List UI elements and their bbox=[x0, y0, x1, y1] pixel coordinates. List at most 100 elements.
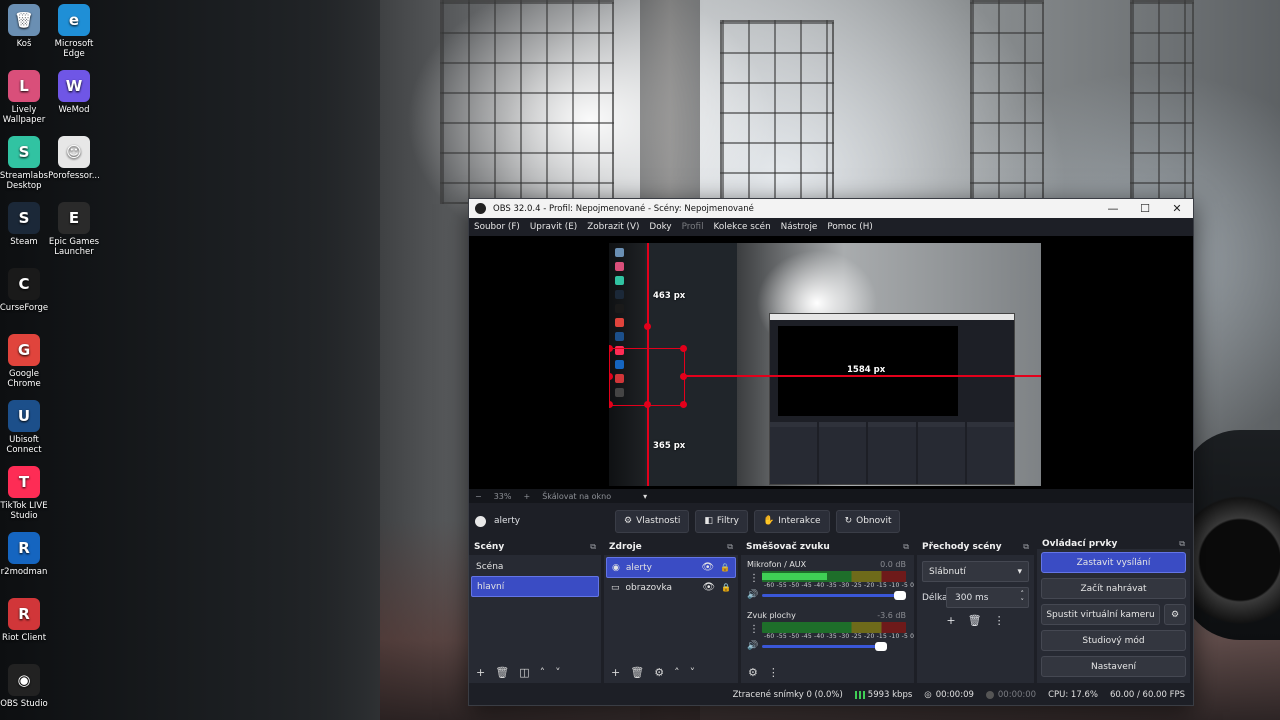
desktop-icon[interactable]: E Epic Games Launcher bbox=[44, 202, 104, 257]
menu-item[interactable]: Soubor (F) bbox=[469, 222, 525, 232]
desktop-icon[interactable]: e Microsoft Edge bbox=[44, 4, 104, 59]
speaker-icon[interactable]: 🔊 bbox=[747, 590, 762, 600]
close-button[interactable]: ✕ bbox=[1161, 202, 1193, 215]
source-settings-icon[interactable]: ⚙ bbox=[654, 666, 664, 679]
menu-item[interactable]: Pomoc (H) bbox=[822, 222, 877, 232]
scale-mode-label[interactable]: Škálovat na okno bbox=[536, 492, 617, 501]
studio-mode-button[interactable]: Studiový mód bbox=[1041, 630, 1186, 651]
lock-icon[interactable]: 🔒 bbox=[721, 583, 731, 592]
wemod-icon: W bbox=[58, 70, 90, 102]
move-down-icon[interactable]: ˅ bbox=[555, 666, 561, 679]
filters-button[interactable]: ◧ Filtry bbox=[695, 509, 748, 533]
desktop-icon[interactable]: ☺ Porofessor... bbox=[44, 136, 104, 181]
handle-bottom-right[interactable] bbox=[680, 401, 687, 408]
desktop-icon[interactable]: G Google Chrome bbox=[0, 334, 54, 389]
volume-slider[interactable] bbox=[762, 641, 887, 651]
desktop-icon-label: TikTok LIVE Studio bbox=[0, 501, 48, 521]
preview-canvas[interactable]: 463 px 365 px 1584 px bbox=[609, 243, 1041, 486]
add-transition-button[interactable]: + bbox=[946, 614, 955, 627]
duration-input[interactable]: 300 ms ˄ ˅ bbox=[946, 587, 1029, 608]
selected-source-box[interactable] bbox=[609, 348, 685, 406]
remove-scene-icon[interactable]: 🗑 bbox=[495, 666, 509, 679]
mixer-footer: ⚙ ⋮ bbox=[741, 661, 914, 683]
channel-menu-icon[interactable]: ⋮ bbox=[749, 624, 759, 635]
zoom-bar: − 33% + Škálovat na okno ▾ bbox=[469, 489, 1193, 503]
stream-time: ◎ 00:00:09 bbox=[924, 690, 974, 700]
add-scene-button[interactable]: + bbox=[476, 666, 485, 679]
zoom-in-button[interactable]: + bbox=[517, 492, 536, 501]
scene-item[interactable]: hlavní bbox=[471, 576, 599, 597]
channel-db: -3.6 dB bbox=[877, 611, 906, 620]
filters-label: Filtry bbox=[716, 516, 739, 526]
advanced-audio-icon[interactable]: ⚙ bbox=[748, 666, 758, 679]
menu-item[interactable]: Zobrazit (V) bbox=[582, 222, 644, 232]
channel-menu-icon[interactable]: ⋮ bbox=[749, 573, 759, 584]
handle-top-right[interactable] bbox=[680, 345, 687, 352]
channel-header: Mikrofon / AUX 0.0 dB bbox=[747, 560, 906, 569]
refresh-icon: ↻ bbox=[844, 516, 853, 526]
move-down-icon[interactable]: ˅ bbox=[690, 666, 696, 679]
desktop-icon[interactable]: C CurseForge bbox=[0, 268, 54, 313]
distance-label-right: 1584 px bbox=[847, 365, 886, 375]
desktop-icon[interactable]: R Riot Client bbox=[0, 598, 54, 643]
minimize-button[interactable]: — bbox=[1097, 202, 1129, 215]
sources-dock: Zdroje ⧉ ◉ alerty 👁 🔒 ▭ obrazovka 👁 🔒 + 🗑 ⚙ ˄ ˅ bbox=[604, 539, 738, 683]
desktop-icon[interactable]: Rr2modman bbox=[0, 532, 54, 577]
transition-select[interactable]: Slábnutí ▾ bbox=[922, 561, 1029, 582]
handle-bottom[interactable] bbox=[644, 401, 651, 408]
remove-transition-icon[interactable]: 🗑 bbox=[968, 614, 982, 627]
speaker-icon[interactable]: 🔊 bbox=[747, 641, 762, 651]
undock-icon[interactable]: ⧉ bbox=[727, 542, 733, 552]
source-item[interactable]: ◉ alerty 👁 🔒 bbox=[606, 557, 736, 578]
guide-line-horizontal bbox=[685, 375, 1041, 377]
volume-slider-knob[interactable] bbox=[874, 641, 887, 651]
undock-icon[interactable]: ⧉ bbox=[903, 542, 909, 552]
refresh-button[interactable]: ↻ Obnovit bbox=[835, 509, 901, 533]
menu-item[interactable]: Upravit (E) bbox=[525, 222, 582, 232]
start-recording-button[interactable]: Začít nahrávat bbox=[1041, 578, 1186, 599]
desktop-icon[interactable]: U Ubisoft Connect bbox=[0, 400, 54, 455]
mixer-menu-icon[interactable]: ⋮ bbox=[768, 666, 779, 679]
handle-top[interactable] bbox=[644, 323, 651, 330]
virtual-camera-settings-button[interactable]: ⚙ bbox=[1164, 604, 1186, 625]
menu-item[interactable]: Doky bbox=[644, 222, 676, 232]
move-up-icon[interactable]: ˄ bbox=[674, 666, 680, 679]
desktop-icon[interactable]: T TikTok LIVE Studio bbox=[0, 466, 54, 521]
preview-area[interactable]: 463 px 365 px 1584 px bbox=[469, 236, 1193, 489]
scene-filter-icon[interactable]: ◫ bbox=[519, 666, 529, 679]
visibility-eye-icon[interactable]: 👁 bbox=[702, 582, 715, 593]
dropped-frames: Ztracené snímky 0 (0.0%) bbox=[732, 690, 843, 700]
source-item[interactable]: ▭ obrazovka 👁 🔒 bbox=[606, 578, 736, 597]
handle-right[interactable] bbox=[680, 373, 687, 380]
stop-streaming-button[interactable]: Zastavit vysílání bbox=[1041, 552, 1186, 573]
desktop-icon[interactable]: W WeMod bbox=[44, 70, 104, 115]
source-label: alerty bbox=[625, 562, 652, 573]
undock-icon[interactable]: ⧉ bbox=[1023, 542, 1029, 552]
volume-slider-knob[interactable] bbox=[894, 590, 906, 600]
zoom-out-button[interactable]: − bbox=[469, 492, 488, 501]
start-virtual-camera-button[interactable]: Spustit virtuální kameru bbox=[1041, 604, 1160, 625]
interact-button[interactable]: ✋ Interakce bbox=[754, 509, 830, 533]
transition-menu-icon[interactable]: ⋮ bbox=[994, 614, 1005, 627]
undock-icon[interactable]: ⧉ bbox=[590, 542, 596, 552]
duration-row: Délka 300 ms ˄ ˅ bbox=[922, 587, 1029, 608]
settings-button[interactable]: Nastavení bbox=[1041, 656, 1186, 677]
move-up-icon[interactable]: ˄ bbox=[540, 666, 546, 679]
lock-icon[interactable]: 🔒 bbox=[720, 563, 730, 572]
properties-button[interactable]: ⚙ Vlastnosti bbox=[615, 509, 690, 533]
obs-titlebar[interactable]: OBS 32.0.4 - Profil: Nepojmenované - Scé… bbox=[469, 199, 1193, 218]
remove-source-icon[interactable]: 🗑 bbox=[630, 666, 644, 679]
scale-dropdown-arrow[interactable]: ▾ bbox=[637, 492, 653, 501]
stepper-icon[interactable]: ˄ ˅ bbox=[1021, 590, 1025, 606]
desktop-icon[interactable]: ◉ OBS Studio bbox=[0, 664, 54, 709]
menu-item[interactable]: Nástroje bbox=[776, 222, 823, 232]
maximize-button[interactable]: ☐ bbox=[1129, 202, 1161, 215]
add-source-button[interactable]: + bbox=[611, 666, 620, 679]
distance-label-bottom: 365 px bbox=[653, 441, 686, 451]
obs-window: OBS 32.0.4 - Profil: Nepojmenované - Scé… bbox=[468, 198, 1194, 706]
menu-item[interactable]: Kolekce scén bbox=[709, 222, 776, 232]
volume-slider[interactable] bbox=[762, 590, 906, 600]
scene-item[interactable]: Scéna bbox=[471, 557, 599, 576]
undock-icon[interactable]: ⧉ bbox=[1179, 539, 1185, 549]
visibility-eye-icon[interactable]: 👁 bbox=[701, 562, 714, 573]
